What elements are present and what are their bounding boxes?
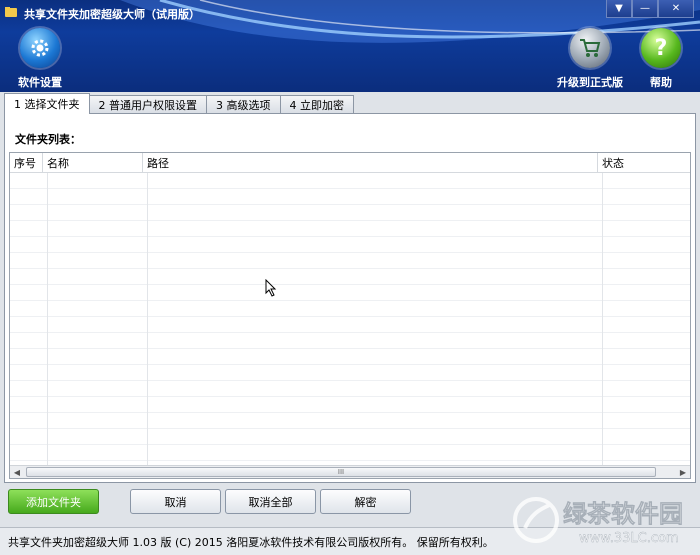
tab-user-permissions[interactable]: 2 普通用户权限设置 [88, 95, 207, 114]
mouse-cursor-icon [265, 279, 277, 297]
column-header-name[interactable]: 名称 [43, 153, 143, 172]
help-label: 帮助 [650, 76, 672, 89]
column-header-index[interactable]: 序号 [10, 153, 43, 172]
site-watermark-logo: 绿茶软件园 www.33LC.com [513, 497, 683, 546]
tab-advanced-options[interactable]: 3 高级选项 [206, 95, 281, 114]
minimize-button[interactable]: — [632, 0, 658, 18]
scroll-thumb[interactable]: III [26, 467, 656, 477]
settings-label: 软件设置 [18, 76, 62, 89]
help-icon: ? [641, 28, 681, 68]
close-button[interactable]: ✕ [658, 0, 694, 18]
tab-encrypt-now[interactable]: 4 立即加密 [279, 95, 354, 114]
upgrade-label: 升级到正式版 [557, 76, 623, 89]
scroll-left-icon[interactable]: ◀ [10, 466, 24, 478]
scroll-right-icon[interactable]: ▶ [676, 466, 690, 478]
wizard-tabs: 1 选择文件夹 2 普通用户权限设置 3 高级选项 4 立即加密 [4, 93, 354, 114]
window-title: 共享文件夹加密超级大师（试用版） [24, 8, 200, 21]
svg-text:www.33LC.com: www.33LC.com [579, 531, 679, 546]
tab-panel: 文件夹列表： 序号 名称 路径 状态 ◀ III ▶ [4, 113, 696, 483]
horizontal-scrollbar[interactable]: ◀ III ▶ [10, 465, 690, 478]
help-tool[interactable]: ? 帮助 [640, 28, 682, 90]
app-icon [5, 7, 17, 17]
folder-list-table[interactable]: 序号 名称 路径 状态 ◀ III ▶ [9, 152, 691, 479]
table-body-empty [10, 173, 690, 465]
cancel-button[interactable]: 取消 [130, 489, 221, 514]
tab-select-folder[interactable]: 1 选择文件夹 [4, 93, 90, 114]
folder-list-label: 文件夹列表： [15, 133, 81, 146]
window-controls: ▼ — ✕ [606, 0, 694, 18]
column-header-path[interactable]: 路径 [143, 153, 598, 172]
cart-icon [570, 28, 610, 68]
upgrade-tool[interactable]: 升级到正式版 [554, 28, 626, 90]
add-folder-button[interactable]: 添加文件夹 [8, 489, 99, 514]
cancel-all-button[interactable]: 取消全部 [225, 489, 316, 514]
title-bar-header: 共享文件夹加密超级大师（试用版） ▼ — ✕ 软件设置 升级到正式版 ? 帮助 [0, 0, 700, 92]
svg-text:绿茶软件园: 绿茶软件园 [563, 500, 683, 528]
copyright-text: 共享文件夹加密超级大师 1.03 版 (C) 2015 洛阳夏冰软件技术有限公司… [8, 535, 494, 549]
settings-tool[interactable]: 软件设置 [14, 28, 66, 90]
decrypt-button[interactable]: 解密 [320, 489, 411, 514]
gear-icon [20, 28, 60, 68]
menu-dropdown-button[interactable]: ▼ [606, 0, 632, 18]
column-header-status[interactable]: 状态 [598, 153, 690, 172]
table-header: 序号 名称 路径 状态 [10, 153, 690, 173]
